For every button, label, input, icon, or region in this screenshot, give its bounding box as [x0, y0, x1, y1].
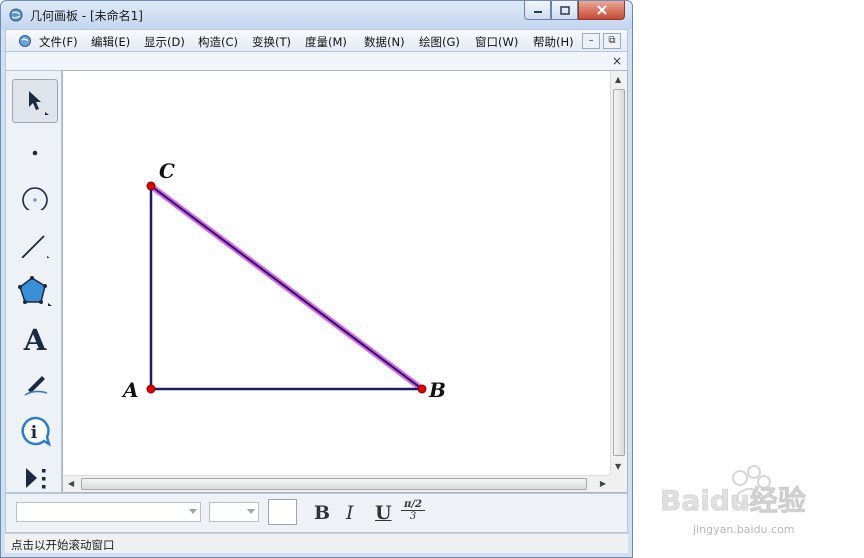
menu-measure[interactable]: 度量(M)	[305, 34, 347, 50]
sketch-canvas[interactable]: A B C ▲ ▼ ◀ ▶	[62, 70, 628, 493]
underline-button[interactable]: U	[375, 502, 392, 524]
point-icon	[32, 150, 38, 156]
bold-button[interactable]: B	[314, 502, 330, 524]
text-letter-icon: A	[23, 323, 47, 353]
toolbox: A i	[5, 70, 62, 493]
math-format-button[interactable]: π/2 3	[401, 499, 425, 522]
menu-construct[interactable]: 构造(C)	[198, 34, 238, 50]
maximize-button[interactable]	[551, 1, 578, 20]
point-label-a[interactable]: A	[121, 378, 139, 402]
menu-display[interactable]: 显示(D)	[144, 34, 185, 50]
font-family-dropdown[interactable]	[16, 502, 201, 522]
baidu-watermark: Baidu经验	[660, 465, 806, 517]
segment-cb[interactable]	[150, 185, 423, 390]
point-tool[interactable]	[12, 126, 58, 170]
point-c[interactable]	[146, 181, 156, 191]
status-text: 点击以开始滚动窗口	[11, 538, 115, 552]
text-color-button[interactable]	[268, 499, 297, 525]
vertical-scrollbar[interactable]: ▲ ▼	[610, 71, 627, 476]
window-title: 几何画板 - [未命名1]	[30, 9, 143, 23]
arrow-select-tool[interactable]	[12, 79, 58, 123]
menu-window[interactable]: 窗口(W)	[475, 34, 518, 50]
menu-file[interactable]: 文件(F)	[39, 34, 78, 50]
document-icon[interactable]	[18, 34, 32, 48]
svg-text:A: A	[23, 323, 47, 353]
horizontal-scroll-thumb[interactable]	[81, 478, 587, 490]
title-bar[interactable]: 几何画板 - [未命名1]	[1, 1, 632, 29]
app-globe-icon	[9, 8, 23, 22]
menu-transform[interactable]: 变换(T)	[252, 34, 291, 50]
horizontal-scrollbar[interactable]: ◀ ▶	[63, 475, 611, 492]
polygon-tool[interactable]	[12, 268, 58, 312]
custom-tool-play-icon	[26, 468, 46, 489]
minimize-button[interactable]	[524, 1, 551, 20]
marker-pen-icon	[24, 376, 48, 396]
font-size-dropdown[interactable]	[209, 502, 259, 522]
point-label-b[interactable]: B	[428, 378, 446, 402]
chevron-down-icon	[247, 509, 255, 514]
text-tool[interactable]: A	[12, 315, 58, 359]
straightedge-tool[interactable]	[12, 221, 58, 265]
point-b[interactable]	[417, 384, 427, 394]
marker-tool[interactable]	[12, 362, 58, 406]
sketch-drawing[interactable]: A B C	[63, 71, 611, 476]
italic-button[interactable]: I	[346, 502, 354, 524]
mdi-minimize-button[interactable]: –	[582, 33, 600, 49]
minimize-icon	[533, 11, 542, 13]
text-format-bar: B I U π/2 3	[5, 493, 628, 533]
document-close-button[interactable]: ×	[610, 54, 624, 68]
svg-text:i: i	[31, 423, 38, 443]
compass-tool[interactable]	[12, 173, 58, 217]
point-a[interactable]	[146, 384, 156, 394]
point-label-c[interactable]: C	[159, 159, 175, 183]
chevron-down-icon	[189, 509, 197, 514]
math-format-bottom: 3	[409, 511, 417, 522]
line-segment-icon	[21, 235, 50, 258]
math-format-top: π/2	[401, 499, 425, 511]
menu-help[interactable]: 帮助(H)	[533, 34, 574, 50]
close-button[interactable]	[578, 1, 625, 20]
scroll-right-icon[interactable]: ▶	[600, 479, 606, 489]
info-bubble-icon: i	[21, 416, 51, 447]
menu-data[interactable]: 数据(N)	[364, 34, 405, 50]
status-bar: 点击以开始滚动窗口	[5, 533, 628, 553]
circle-compass-icon	[22, 187, 48, 210]
scroll-left-icon[interactable]: ◀	[68, 479, 74, 489]
close-icon	[596, 5, 607, 15]
arrow-cursor-icon	[29, 91, 49, 115]
scrollbar-corner	[610, 475, 627, 492]
menu-graph[interactable]: 绘图(G)	[419, 34, 460, 50]
watermark-url: jingyan.baidu.com	[693, 523, 795, 536]
document-close-strip: ×	[5, 52, 628, 70]
pentagon-polygon-icon	[18, 276, 52, 306]
mdi-restore-button[interactable]: ⧉	[603, 33, 621, 49]
menu-edit[interactable]: 编辑(E)	[91, 34, 130, 50]
information-tool[interactable]: i	[12, 409, 58, 453]
scroll-up-icon[interactable]: ▲	[615, 75, 621, 85]
app-window: 几何画板 - [未命名1] 文件(F) 编辑(E) 显示(D) 构造(C) 变换…	[0, 0, 633, 558]
maximize-icon	[559, 5, 570, 15]
vertical-scroll-thumb[interactable]	[613, 89, 625, 456]
scroll-down-icon[interactable]: ▼	[615, 462, 621, 472]
watermark-brand: Baidu经验	[660, 484, 806, 517]
menu-bar: 文件(F) 编辑(E) 显示(D) 构造(C) 变换(T) 度量(M) 数据(N…	[5, 29, 628, 52]
